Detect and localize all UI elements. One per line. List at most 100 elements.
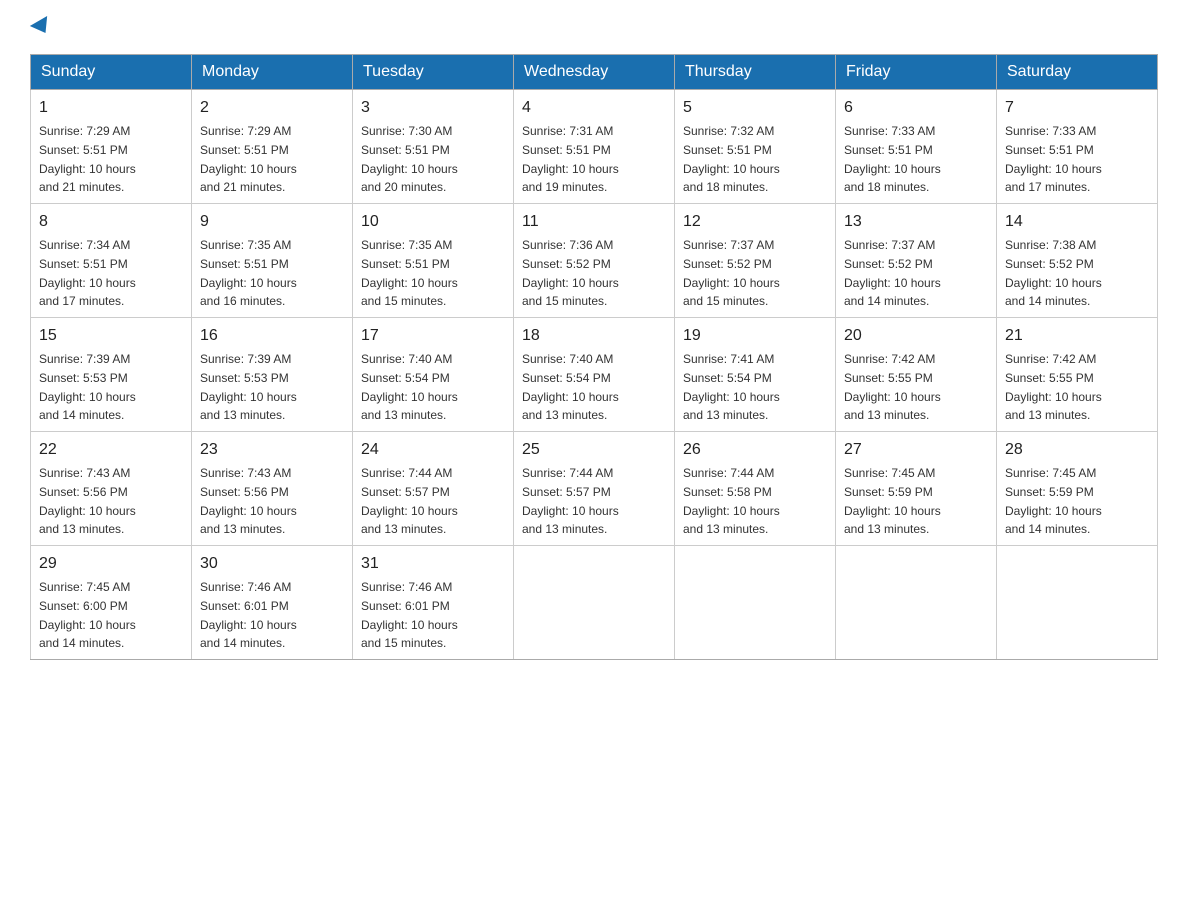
day-info: Sunrise: 7:45 AMSunset: 5:59 PMDaylight:…: [844, 466, 941, 536]
day-number: 24: [361, 438, 505, 462]
logo-triangle-icon: [30, 16, 54, 38]
calendar-week-row: 8Sunrise: 7:34 AMSunset: 5:51 PMDaylight…: [31, 204, 1158, 318]
day-number: 15: [39, 324, 183, 348]
calendar-week-row: 15 Sunrise: 7:39 AMSunset: 5:53 PMDayligh…: [31, 318, 1158, 432]
calendar-header-row: SundayMondayTuesdayWednesdayThursdayFrid…: [31, 55, 1158, 90]
day-number: 26: [683, 438, 827, 462]
day-info: Sunrise: 7:41 AMSunset: 5:54 PMDaylight:…: [683, 352, 780, 422]
day-info: Sunrise: 7:36 AMSunset: 5:52 PMDaylight:…: [522, 238, 619, 308]
day-number: 9: [200, 210, 344, 234]
calendar-cell: 24 Sunrise: 7:44 AMSunset: 5:57 PMDayligh…: [353, 432, 514, 546]
day-info: Sunrise: 7:38 AMSunset: 5:52 PMDaylight:…: [1005, 238, 1102, 308]
day-number: 25: [522, 438, 666, 462]
day-info: Sunrise: 7:33 AMSunset: 5:51 PMDaylight:…: [1005, 124, 1102, 194]
calendar-cell: 20 Sunrise: 7:42 AMSunset: 5:55 PMDayligh…: [836, 318, 997, 432]
day-number: 5: [683, 96, 827, 120]
calendar-cell: 10 Sunrise: 7:35 AMSunset: 5:51 PMDayligh…: [353, 204, 514, 318]
day-number: 13: [844, 210, 988, 234]
calendar-header-friday: Friday: [836, 55, 997, 90]
day-number: 20: [844, 324, 988, 348]
day-number: 17: [361, 324, 505, 348]
day-info: Sunrise: 7:30 AMSunset: 5:51 PMDaylight:…: [361, 124, 458, 194]
day-number: 14: [1005, 210, 1149, 234]
calendar-cell: 23Sunrise: 7:43 AMSunset: 5:56 PMDayligh…: [192, 432, 353, 546]
calendar-cell: 26 Sunrise: 7:44 AMSunset: 5:58 PMDayligh…: [675, 432, 836, 546]
calendar-header-monday: Monday: [192, 55, 353, 90]
calendar-week-row: 22 Sunrise: 7:43 AMSunset: 5:56 PMDayligh…: [31, 432, 1158, 546]
day-number: 22: [39, 438, 183, 462]
calendar-header-wednesday: Wednesday: [514, 55, 675, 90]
day-info: Sunrise: 7:42 AMSunset: 5:55 PMDaylight:…: [1005, 352, 1102, 422]
day-info: Sunrise: 7:32 AMSunset: 5:51 PMDaylight:…: [683, 124, 780, 194]
day-number: 30: [200, 552, 344, 576]
day-number: 12: [683, 210, 827, 234]
day-info: Sunrise: 7:29 AMSunset: 5:51 PMDaylight:…: [200, 124, 297, 194]
calendar-cell: 9Sunrise: 7:35 AMSunset: 5:51 PMDaylight…: [192, 204, 353, 318]
calendar-week-row: 29 Sunrise: 7:45 AMSunset: 6:00 PMDayligh…: [31, 546, 1158, 660]
calendar-cell: 17 Sunrise: 7:40 AMSunset: 5:54 PMDayligh…: [353, 318, 514, 432]
day-info: Sunrise: 7:43 AMSunset: 5:56 PMDaylight:…: [200, 466, 297, 536]
day-number: 2: [200, 96, 344, 120]
calendar-cell: 2 Sunrise: 7:29 AMSunset: 5:51 PMDaylight…: [192, 90, 353, 204]
day-info: Sunrise: 7:44 AMSunset: 5:57 PMDaylight:…: [522, 466, 619, 536]
day-info: Sunrise: 7:33 AMSunset: 5:51 PMDaylight:…: [844, 124, 941, 194]
day-number: 29: [39, 552, 183, 576]
day-info: Sunrise: 7:43 AMSunset: 5:56 PMDaylight:…: [39, 466, 136, 536]
day-info: Sunrise: 7:40 AMSunset: 5:54 PMDaylight:…: [361, 352, 458, 422]
day-number: 3: [361, 96, 505, 120]
calendar-cell: 13 Sunrise: 7:37 AMSunset: 5:52 PMDayligh…: [836, 204, 997, 318]
day-number: 16: [200, 324, 344, 348]
day-info: Sunrise: 7:44 AMSunset: 5:57 PMDaylight:…: [361, 466, 458, 536]
calendar-cell: 6 Sunrise: 7:33 AMSunset: 5:51 PMDaylight…: [836, 90, 997, 204]
day-info: Sunrise: 7:37 AMSunset: 5:52 PMDaylight:…: [683, 238, 780, 308]
day-info: Sunrise: 7:45 AMSunset: 5:59 PMDaylight:…: [1005, 466, 1102, 536]
calendar-header-sunday: Sunday: [31, 55, 192, 90]
day-info: Sunrise: 7:45 AMSunset: 6:00 PMDaylight:…: [39, 580, 136, 650]
calendar-cell: 3 Sunrise: 7:30 AMSunset: 5:51 PMDaylight…: [353, 90, 514, 204]
calendar-cell: 5 Sunrise: 7:32 AMSunset: 5:51 PMDaylight…: [675, 90, 836, 204]
calendar-cell: 15Sunrise: 7:39 AMSunset: 5:53 PMDayligh…: [31, 318, 192, 432]
calendar-cell: 19 Sunrise: 7:41 AMSunset: 5:54 PMDayligh…: [675, 318, 836, 432]
day-info: Sunrise: 7:37 AMSunset: 5:52 PMDaylight:…: [844, 238, 941, 308]
calendar-cell: [997, 546, 1158, 660]
day-info: Sunrise: 7:40 AMSunset: 5:54 PMDaylight:…: [522, 352, 619, 422]
day-info: Sunrise: 7:34 AMSunset: 5:51 PMDaylight:…: [39, 238, 136, 308]
calendar-cell: 28 Sunrise: 7:45 AMSunset: 5:59 PMDayligh…: [997, 432, 1158, 546]
day-info: Sunrise: 7:46 AMSunset: 6:01 PMDaylight:…: [361, 580, 458, 650]
calendar-cell: 4Sunrise: 7:31 AMSunset: 5:51 PMDaylight…: [514, 90, 675, 204]
calendar-cell: 21 Sunrise: 7:42 AMSunset: 5:55 PMDayligh…: [997, 318, 1158, 432]
day-number: 21: [1005, 324, 1149, 348]
calendar-table: SundayMondayTuesdayWednesdayThursdayFrid…: [30, 54, 1158, 660]
calendar-cell: 31 Sunrise: 7:46 AMSunset: 6:01 PMDayligh…: [353, 546, 514, 660]
day-info: Sunrise: 7:44 AMSunset: 5:58 PMDaylight:…: [683, 466, 780, 536]
day-number: 11: [522, 210, 666, 234]
day-number: 27: [844, 438, 988, 462]
calendar-cell: 12 Sunrise: 7:37 AMSunset: 5:52 PMDayligh…: [675, 204, 836, 318]
day-number: 31: [361, 552, 505, 576]
calendar-header-saturday: Saturday: [997, 55, 1158, 90]
day-info: Sunrise: 7:35 AMSunset: 5:51 PMDaylight:…: [361, 238, 458, 308]
calendar-cell: 27 Sunrise: 7:45 AMSunset: 5:59 PMDayligh…: [836, 432, 997, 546]
day-number: 19: [683, 324, 827, 348]
day-info: Sunrise: 7:46 AMSunset: 6:01 PMDaylight:…: [200, 580, 297, 650]
calendar-header-tuesday: Tuesday: [353, 55, 514, 90]
day-info: Sunrise: 7:29 AMSunset: 5:51 PMDaylight:…: [39, 124, 136, 194]
calendar-cell: 11 Sunrise: 7:36 AMSunset: 5:52 PMDayligh…: [514, 204, 675, 318]
day-info: Sunrise: 7:31 AMSunset: 5:51 PMDaylight:…: [522, 124, 619, 194]
calendar-cell: 14 Sunrise: 7:38 AMSunset: 5:52 PMDayligh…: [997, 204, 1158, 318]
day-number: 28: [1005, 438, 1149, 462]
calendar-cell: 30 Sunrise: 7:46 AMSunset: 6:01 PMDayligh…: [192, 546, 353, 660]
day-info: Sunrise: 7:42 AMSunset: 5:55 PMDaylight:…: [844, 352, 941, 422]
calendar-cell: [675, 546, 836, 660]
day-number: 10: [361, 210, 505, 234]
calendar-cell: 8Sunrise: 7:34 AMSunset: 5:51 PMDaylight…: [31, 204, 192, 318]
calendar-cell: 25 Sunrise: 7:44 AMSunset: 5:57 PMDayligh…: [514, 432, 675, 546]
calendar-cell: 18 Sunrise: 7:40 AMSunset: 5:54 PMDayligh…: [514, 318, 675, 432]
day-info: Sunrise: 7:39 AMSunset: 5:53 PMDaylight:…: [200, 352, 297, 422]
calendar-week-row: 1Sunrise: 7:29 AMSunset: 5:51 PMDaylight…: [31, 90, 1158, 204]
calendar-cell: [514, 546, 675, 660]
day-number: 6: [844, 96, 988, 120]
calendar-cell: [836, 546, 997, 660]
day-number: 18: [522, 324, 666, 348]
calendar-cell: 1Sunrise: 7:29 AMSunset: 5:51 PMDaylight…: [31, 90, 192, 204]
